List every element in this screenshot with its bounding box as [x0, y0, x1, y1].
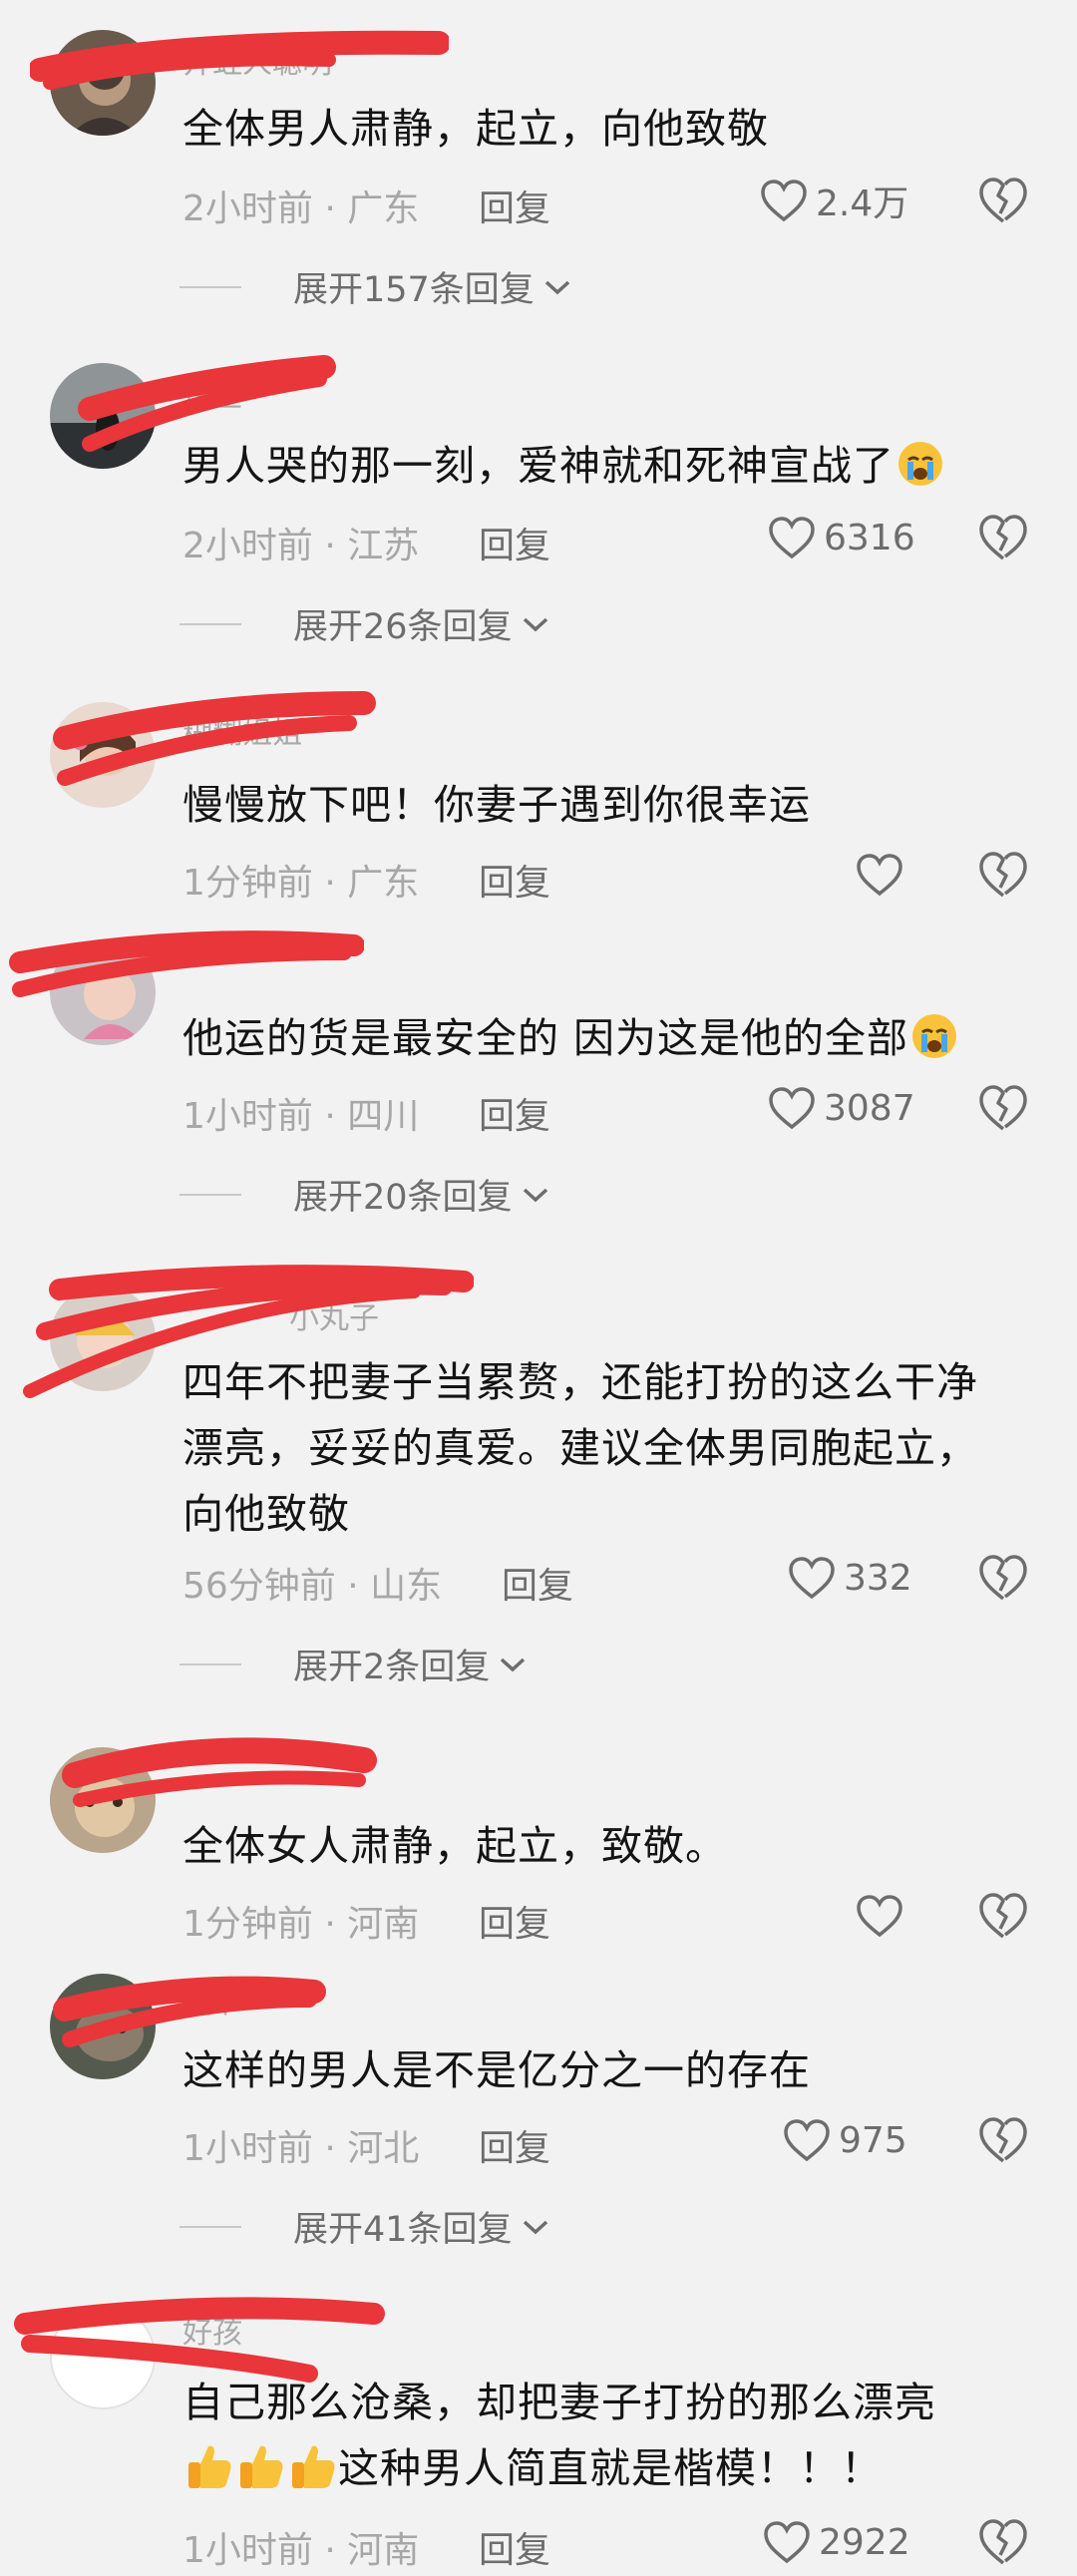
broken-heart-icon[interactable]: [977, 2517, 1029, 2567]
like-button[interactable]: 2922: [763, 2517, 910, 2567]
username[interactable]: 井蛙人聪明: [182, 38, 332, 82]
divider: [180, 1662, 241, 1665]
avatar[interactable]: [50, 1286, 156, 1391]
broken-heart-icon[interactable]: [977, 2115, 1029, 2165]
username[interactable]: 好孩: [182, 2308, 242, 2352]
heart-outline-icon: [761, 180, 807, 222]
heart-outline-icon: [764, 2521, 810, 2564]
comment-text: 慢慢放下吧！你妻子遇到你很幸运: [182, 781, 811, 829]
broken-heart-icon[interactable]: [977, 176, 1029, 225]
heart-outline-icon: [769, 1087, 815, 1130]
like-count: 3087: [824, 1087, 915, 1129]
chevron-down-icon: [544, 280, 569, 294]
reply-button[interactable]: 回复: [479, 2119, 550, 2171]
comment-meta: 1小时前 · 河北: [182, 2128, 420, 2169]
username[interactable]: 小丸子: [289, 1293, 379, 1337]
reply-button[interactable]: 回复: [502, 1557, 573, 1609]
heart-outline-icon: [789, 1557, 835, 1600]
divider: [180, 2225, 241, 2228]
broken-heart-icon[interactable]: [977, 1553, 1029, 1603]
like-button[interactable]: 332: [788, 1553, 912, 1603]
expand-replies-label: 展开20条回复: [293, 1178, 513, 1218]
like-button[interactable]: [856, 850, 903, 900]
avatar[interactable]: [50, 702, 156, 808]
like-button[interactable]: [856, 1891, 903, 1941]
like-count: 2.4万: [816, 184, 909, 224]
expand-replies-button[interactable]: 展开2条回复: [180, 1639, 528, 1689]
comment-meta: 1小时前 · 河南: [182, 2530, 420, 2571]
expand-replies-button[interactable]: 展开26条回复: [180, 598, 550, 649]
reply-button[interactable]: 回复: [479, 854, 550, 906]
thumbs-up-icon: [240, 2445, 283, 2488]
comment-meta: 1分钟前 · 广东: [182, 863, 420, 904]
avatar[interactable]: [50, 30, 156, 136]
expand-replies-button[interactable]: 展开41条回复: [180, 2201, 550, 2252]
chevron-down-icon: [501, 1657, 526, 1671]
heart-outline-icon: [857, 854, 902, 897]
divider: [180, 285, 241, 288]
comment-meta: 1分钟前 · 河南: [182, 1904, 420, 1945]
comment-meta: 2小时前 · 广东: [182, 188, 420, 229]
comment-text: 这样的男人是不是亿分之一的存在: [182, 2046, 811, 2094]
expand-replies-label: 展开41条回复: [293, 2210, 513, 2250]
crying-face-icon: [898, 442, 942, 486]
comment-text-body: 这种男人简直就是楷模！！！: [338, 2444, 883, 2492]
comment-text: 自己那么沧桑，却把妻子打扮的那么漂亮 这种男人简直就是楷模！！！: [182, 2370, 1020, 2501]
expand-replies-button[interactable]: 展开157条回复: [180, 261, 572, 312]
broken-heart-icon[interactable]: [977, 1891, 1029, 1941]
reply-button[interactable]: 回复: [479, 1087, 550, 1139]
avatar[interactable]: [50, 1747, 156, 1853]
avatar[interactable]: [50, 2304, 156, 2409]
like-count: 2922: [819, 2521, 910, 2563]
crying-face-icon: [912, 1014, 957, 1058]
reply-button[interactable]: 回复: [479, 180, 550, 231]
reply-button[interactable]: 回复: [479, 1895, 550, 1947]
comment-meta: 1小时前 · 四川: [182, 1096, 420, 1137]
comment-text: 男人哭的那一刻，爱神就和死神宣战了: [182, 433, 1020, 499]
expand-replies-label: 展开26条回复: [293, 607, 513, 647]
chevron-down-icon: [523, 1188, 547, 1202]
thumbs-up-icon: [292, 2445, 335, 2488]
avatar[interactable]: [50, 363, 156, 469]
avatar[interactable]: [50, 939, 156, 1045]
username[interactable]: 悦里: [182, 371, 242, 415]
comment-text: 他运的货是最安全的 因为这是他的全部: [182, 1005, 1020, 1071]
divider: [180, 622, 241, 625]
heart-outline-icon: [769, 517, 815, 559]
like-count: 975: [839, 2119, 907, 2161]
divider: [180, 1193, 241, 1196]
like-button[interactable]: 3087: [768, 1083, 915, 1133]
chevron-down-icon: [523, 2220, 547, 2234]
like-button[interactable]: 6316: [768, 513, 915, 562]
comment-text-body: 他运的货是最安全的 因为这是他的全部: [182, 1014, 909, 1062]
comment-meta: 56分钟前 · 山东: [182, 1566, 443, 1607]
comment-text-line-1: 自己那么沧桑，却把妻子打扮的那么漂亮: [182, 2379, 936, 2426]
comment-meta: 2小时前 · 江苏: [182, 526, 420, 566]
like-count: 6316: [824, 517, 915, 558]
heart-outline-icon: [857, 1895, 902, 1938]
broken-heart-icon[interactable]: [977, 1083, 1029, 1133]
comment-text: 全体女人肃静，起立，致敬。: [182, 1822, 727, 1870]
expand-replies-label: 展开157条回复: [293, 270, 535, 310]
username[interactable]: 糊糊姐姐: [182, 708, 302, 752]
like-count: 332: [844, 1557, 912, 1599]
thumbs-up-icon: [188, 2445, 231, 2488]
heart-outline-icon: [784, 2119, 830, 2162]
broken-heart-icon[interactable]: [977, 513, 1029, 562]
reply-button[interactable]: 回复: [479, 517, 550, 568]
username[interactable]: 猫爷: [182, 1978, 242, 2022]
comment-text-line-2: 这种男人简直就是楷模！！！: [182, 2435, 1020, 2501]
like-button[interactable]: 975: [783, 2115, 907, 2165]
broken-heart-icon[interactable]: [977, 850, 1029, 900]
expand-replies-button[interactable]: 展开20条回复: [180, 1169, 550, 1220]
avatar[interactable]: [50, 1974, 156, 2079]
expand-replies-label: 展开2条回复: [293, 1648, 491, 1687]
reply-button[interactable]: 回复: [479, 2521, 550, 2573]
like-button[interactable]: 2.4万: [760, 176, 908, 225]
comment-text-body: 男人哭的那一刻，爱神就和死神宣战了: [182, 442, 895, 490]
chevron-down-icon: [523, 617, 547, 631]
comment-text: 全体男人肃静，起立，向他致敬: [182, 105, 769, 153]
comment-text: 四年不把妻子当累赘，还能打扮的这么干净漂亮，妥妥的真爱。建议全体男同胞起立，向他…: [182, 1358, 978, 1538]
